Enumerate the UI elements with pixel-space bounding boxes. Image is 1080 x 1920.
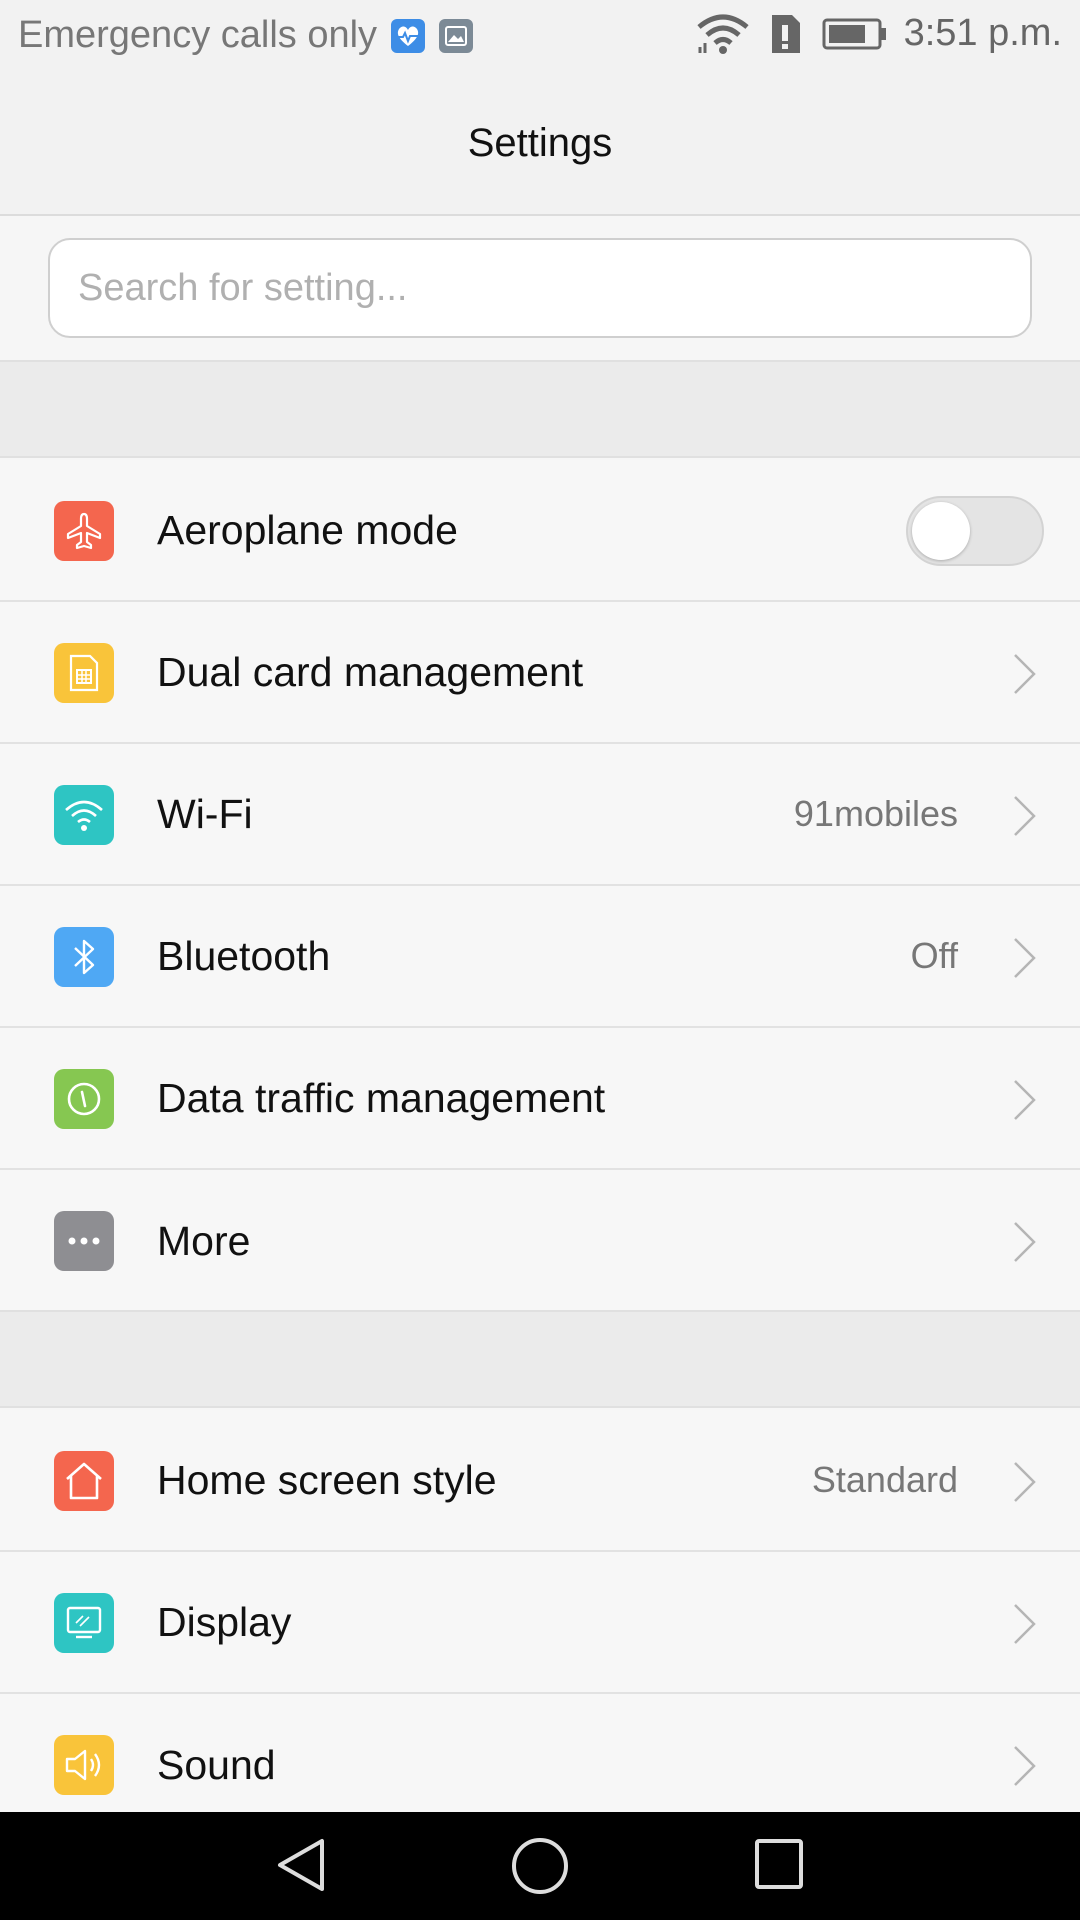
chevron-right-icon (1012, 794, 1038, 843)
chevron-right-icon (1012, 652, 1038, 701)
sim-card-icon (54, 643, 114, 703)
back-icon[interactable] (274, 1836, 328, 1899)
chevron-right-icon (1012, 1744, 1038, 1793)
settings-item-label: Bluetooth (157, 932, 331, 979)
search-container (0, 218, 1080, 360)
section-divider (0, 360, 1080, 458)
settings-item-label: Sound (157, 1741, 276, 1788)
network-settings-group: Aeroplane mode Dual card management Wi-F… (0, 460, 1080, 1312)
settings-item-dual-card-management[interactable]: Dual card management (0, 602, 1080, 744)
toggle-knob (912, 502, 970, 560)
settings-item-label: Home screen style (157, 1456, 497, 1503)
page-title: Settings (467, 120, 613, 165)
settings-item-value: 91mobiles (793, 793, 958, 834)
battery-icon (822, 17, 888, 51)
home-icon (54, 1451, 114, 1511)
status-bar: Emergency calls only 3:51 p.m. (0, 0, 1080, 76)
settings-item-label: Display (157, 1598, 292, 1645)
settings-item-value: Off (910, 935, 958, 976)
wifi-icon (54, 785, 114, 845)
settings-item-bluetooth[interactable]: Bluetooth Off (0, 886, 1080, 1028)
title-bar: Settings (0, 76, 1080, 216)
data-usage-icon (54, 1069, 114, 1129)
display-icon (54, 1593, 114, 1653)
settings-item-wifi[interactable]: Wi-Fi 91mobiles (0, 744, 1080, 886)
chevron-right-icon (1012, 1460, 1038, 1509)
bluetooth-icon (54, 927, 114, 987)
settings-item-label: Data traffic management (157, 1074, 606, 1121)
chevron-right-icon (1012, 1602, 1038, 1651)
settings-item-data-traffic-management[interactable]: Data traffic management (0, 1028, 1080, 1170)
sim-alert-icon (768, 13, 804, 55)
airplane-icon (54, 501, 114, 561)
settings-item-label: More (157, 1217, 251, 1264)
settings-item-home-screen-style[interactable]: Home screen style Standard (0, 1410, 1080, 1552)
recents-icon[interactable] (752, 1836, 806, 1897)
settings-item-more[interactable]: More (0, 1170, 1080, 1312)
sound-icon (54, 1735, 114, 1795)
chevron-right-icon (1012, 1078, 1038, 1127)
status-right: 3:51 p.m. (678, 12, 1062, 55)
wifi-icon (696, 13, 750, 55)
more-icon (54, 1211, 114, 1271)
clock: 3:51 p.m. (903, 12, 1062, 54)
carrier-status: Emergency calls only (18, 14, 378, 56)
settings-item-label: Aeroplane mode (157, 506, 458, 553)
settings-item-value: Standard (811, 1459, 958, 1500)
settings-item-label: Wi-Fi (157, 790, 253, 837)
home-icon[interactable] (510, 1836, 570, 1901)
settings-item-aeroplane-mode[interactable]: Aeroplane mode (0, 460, 1080, 602)
gallery-notification-icon (439, 18, 474, 53)
search-input[interactable] (48, 238, 1032, 338)
health-notification-icon (391, 18, 426, 53)
device-settings-group: Home screen style Standard Display Sound (0, 1410, 1080, 1836)
settings-item-label: Dual card management (157, 648, 584, 695)
chevron-right-icon (1012, 936, 1038, 985)
status-left: Emergency calls only (18, 14, 474, 57)
navigation-bar (0, 1812, 1080, 1920)
settings-item-display[interactable]: Display (0, 1552, 1080, 1694)
chevron-right-icon (1012, 1220, 1038, 1269)
section-divider (0, 1310, 1080, 1408)
aeroplane-mode-toggle[interactable] (906, 496, 1044, 566)
